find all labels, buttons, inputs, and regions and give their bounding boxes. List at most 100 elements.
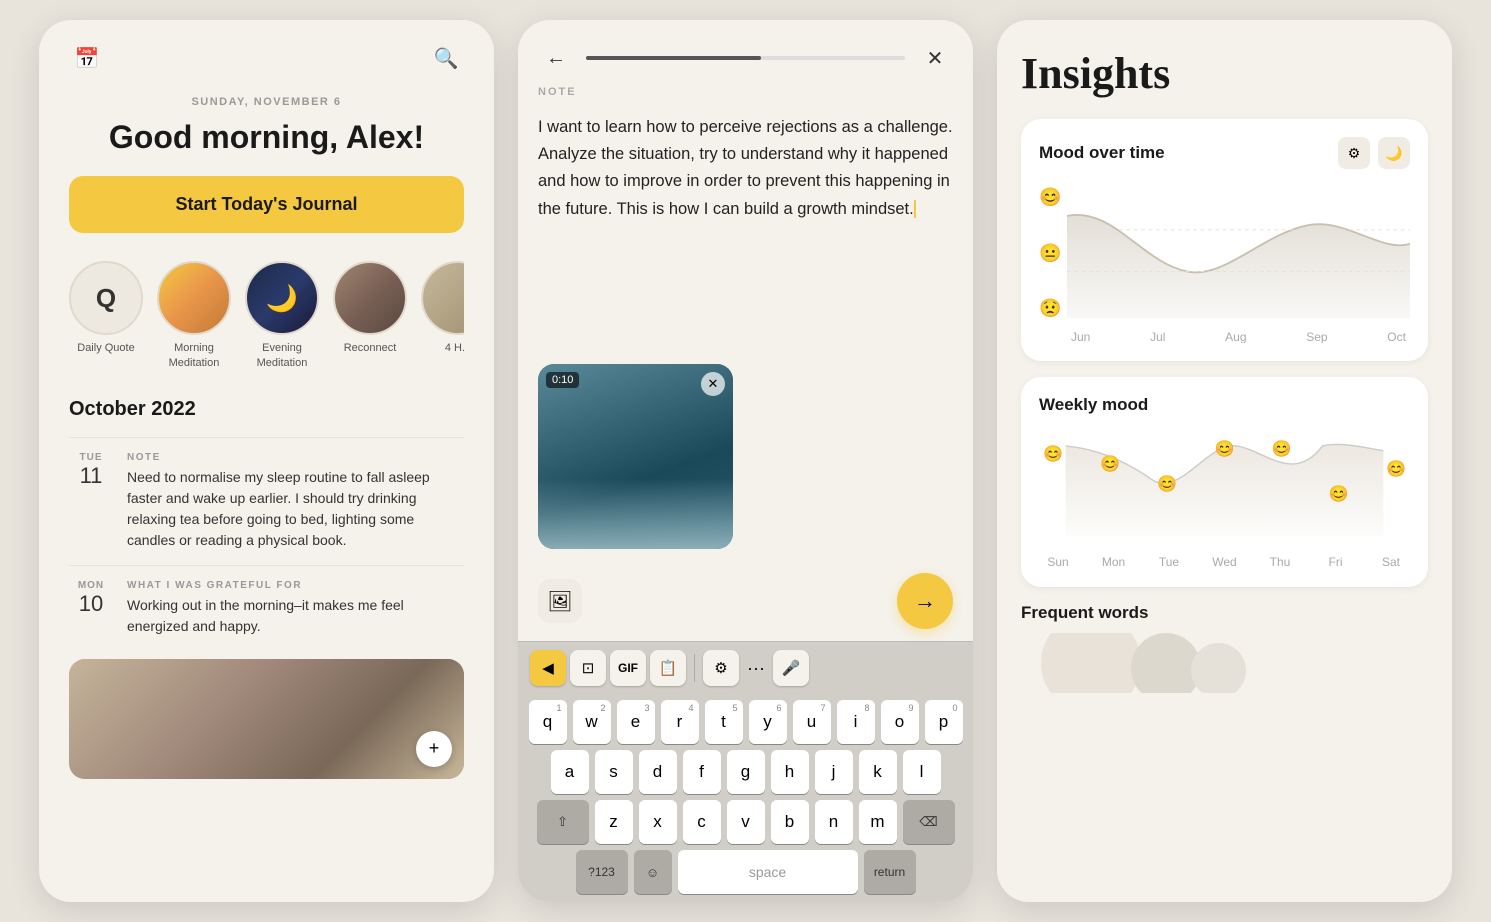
attach-image-button[interactable]: 🖼 [538, 579, 582, 623]
story-item-daily-quote[interactable]: Q Daily Quote [69, 261, 143, 370]
home-panel: 📅 🔍 SUNDAY, NOVEMBER 6 Good morning, Ale… [39, 20, 494, 902]
weekly-mood-card: Weekly mood 😊 😊 😊 [1021, 377, 1428, 587]
key-j[interactable]: j [815, 750, 853, 794]
note-text[interactable]: I want to learn how to perceive rejectio… [518, 106, 973, 352]
key-p[interactable]: p0 [925, 700, 963, 744]
entry-content: NOTE Need to normalise my sleep routine … [127, 452, 464, 551]
weekly-emoji-fri: 😊 [1329, 484, 1349, 504]
send-button[interactable]: → [897, 573, 953, 629]
word-cloud [1021, 633, 1428, 693]
key-i[interactable]: i8 [837, 700, 875, 744]
more-button[interactable]: ··· [743, 658, 769, 679]
story-item-evening-meditation[interactable]: 🌙 Evening Meditation [245, 261, 319, 370]
settings-button[interactable]: ⚙ [703, 650, 739, 686]
key-m[interactable]: m [859, 800, 897, 844]
close-icon[interactable]: ✕ [917, 40, 953, 76]
key-g[interactable]: g [727, 750, 765, 794]
weekly-label-tue: Tue [1154, 555, 1184, 569]
card-header: Mood over time ⚙ 🌙 [1039, 137, 1410, 169]
key-u[interactable]: u7 [793, 700, 831, 744]
insights-title: Insights [1021, 48, 1428, 99]
key-x[interactable]: x [639, 800, 677, 844]
key-shift[interactable]: ⇧ [537, 800, 589, 844]
word-bubble-2 [1131, 633, 1201, 693]
key-emoji[interactable]: ☺ [634, 850, 672, 894]
mood-emoji-happy: 😊 [1039, 187, 1061, 208]
mood-emoji-sad: 😟 [1039, 298, 1061, 319]
key-y[interactable]: y6 [749, 700, 787, 744]
back-icon[interactable]: ← [538, 40, 574, 76]
key-v[interactable]: v [727, 800, 765, 844]
table-row[interactable]: TUE 11 NOTE Need to normalise my sleep r… [69, 437, 464, 565]
key-delete[interactable]: ⌫ [903, 800, 955, 844]
story-circle-reconnect [333, 261, 407, 335]
entry-date: MON 10 [69, 580, 113, 637]
keyboard-toggle-button[interactable]: ◀ [530, 650, 566, 686]
key-e[interactable]: e3 [617, 700, 655, 744]
entry-day-name: TUE [69, 452, 113, 463]
table-row[interactable]: MON 10 WHAT I WAS GRATEFUL FOR Working o… [69, 565, 464, 651]
key-k[interactable]: k [859, 750, 897, 794]
add-button[interactable]: + [416, 731, 452, 767]
entry-text: Need to normalise my sleep routine to fa… [127, 467, 464, 551]
key-t[interactable]: t5 [705, 700, 743, 744]
story-item-morning-meditation[interactable]: Morning Meditation [157, 261, 231, 370]
frequent-words-section: Frequent words [1021, 603, 1428, 693]
story-circle-4h [421, 261, 464, 335]
key-return[interactable]: return [864, 850, 916, 894]
story-item-4h[interactable]: 4 H... [421, 261, 464, 370]
key-o[interactable]: o9 [881, 700, 919, 744]
entry-day-num: 10 [69, 591, 113, 617]
gif-button[interactable]: GIF [610, 650, 646, 686]
video-close-button[interactable]: ✕ [701, 372, 725, 396]
entry-image-row: + [69, 651, 464, 779]
story-circle-morning-meditation [157, 261, 231, 335]
sticker-button[interactable]: ⊡ [570, 650, 606, 686]
date-label: SUNDAY, NOVEMBER 6 [69, 96, 464, 108]
key-c[interactable]: c [683, 800, 721, 844]
key-r[interactable]: r4 [661, 700, 699, 744]
key-space[interactable]: space [678, 850, 858, 894]
weekly-label-mon: Mon [1099, 555, 1129, 569]
start-journal-button[interactable]: Start Today's Journal [69, 176, 464, 233]
key-w[interactable]: w2 [573, 700, 611, 744]
moon-icon-btn[interactable]: 🌙 [1378, 137, 1410, 169]
keyboard: q1 w2 e3 r4 t5 y6 u7 i8 o9 p0 a s d f g … [518, 694, 973, 902]
key-f[interactable]: f [683, 750, 721, 794]
key-q[interactable]: q1 [529, 700, 567, 744]
key-z[interactable]: z [595, 800, 633, 844]
key-n[interactable]: n [815, 800, 853, 844]
chart-label-oct: Oct [1387, 330, 1406, 343]
settings-icon-btn[interactable]: ⚙ [1338, 137, 1370, 169]
key-a[interactable]: a [551, 750, 589, 794]
weekly-label-thu: Thu [1265, 555, 1295, 569]
story-label-4h: 4 H... [445, 341, 464, 355]
progress-bar [586, 56, 905, 60]
text-cursor [914, 200, 916, 218]
keyboard-row-3: ⇧ z x c v b n m ⌫ [522, 800, 969, 844]
entry-image: + [69, 659, 464, 779]
weekly-card-header: Weekly mood [1039, 395, 1410, 415]
card-icons: ⚙ 🌙 [1338, 137, 1410, 169]
entry-type: NOTE [127, 452, 464, 463]
clipboard-button[interactable]: 📋 [650, 650, 686, 686]
key-num-toggle[interactable]: ?123 [576, 850, 628, 894]
story-item-reconnect[interactable]: Reconnect [333, 261, 407, 370]
key-s[interactable]: s [595, 750, 633, 794]
key-d[interactable]: d [639, 750, 677, 794]
key-b[interactable]: b [771, 800, 809, 844]
weekly-label-fri: Fri [1321, 555, 1351, 569]
weekly-emoji-thu: 😊 [1272, 439, 1292, 459]
note-label: NOTE [518, 86, 973, 106]
weekly-emoji-sun: 😊 [1043, 444, 1063, 464]
entry-content: WHAT I WAS GRATEFUL FOR Working out in t… [127, 580, 464, 637]
search-icon[interactable]: 🔍 [428, 40, 464, 76]
chart-label-sep: Sep [1306, 330, 1327, 343]
video-attachment[interactable]: 0:10 ✕ [538, 364, 733, 549]
key-l[interactable]: l [903, 750, 941, 794]
key-h[interactable]: h [771, 750, 809, 794]
keyboard-toolbar: ◀ ⊡ GIF 📋 ⚙ ··· 🎤 [518, 641, 973, 694]
microphone-button[interactable]: 🎤 [773, 650, 809, 686]
calendar-icon[interactable]: 📅 [69, 40, 105, 76]
weekly-emojis: 😊 😊 😊 😊 😊 😊 😊 [1039, 429, 1410, 539]
